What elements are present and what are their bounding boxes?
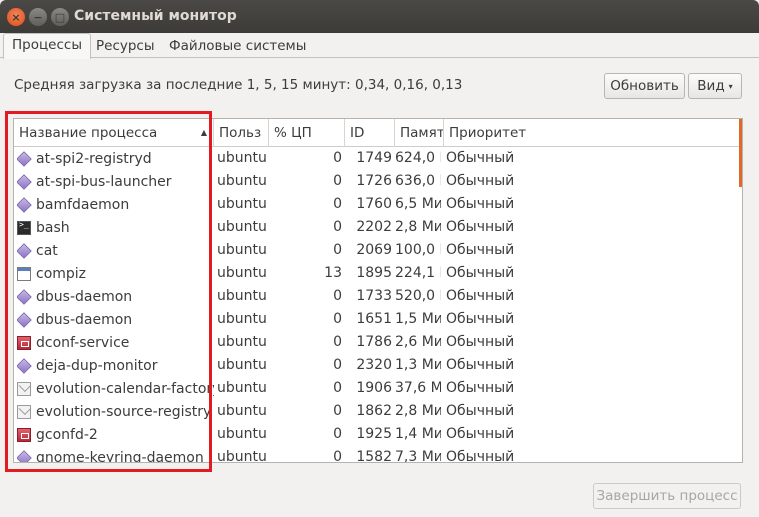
process-priority: Обычный <box>446 288 515 304</box>
process-user: ubuntu <box>217 242 267 258</box>
process-id: 1733 <box>356 288 392 304</box>
process-priority: Обычный <box>446 173 515 189</box>
column-header-priority[interactable]: Приоритет <box>444 119 742 147</box>
process-memory: 7,3 Ми <box>395 449 441 463</box>
process-memory: 224,1 M <box>395 265 441 281</box>
end-process-button[interactable]: Завершить процесс <box>593 483 741 509</box>
process-priority: Обычный <box>446 265 515 281</box>
process-user: ubuntu <box>217 380 267 396</box>
process-memory: 37,6 M <box>395 380 441 396</box>
title-bar: × − □ Системный монитор <box>0 0 759 33</box>
process-id: 1726 <box>356 173 392 189</box>
process-id: 1906 <box>356 380 392 396</box>
process-priority: Обычный <box>446 311 515 327</box>
process-cpu: 0 <box>333 219 342 235</box>
process-cpu: 0 <box>333 334 342 350</box>
process-priority: Обычный <box>446 196 515 212</box>
process-cpu: 0 <box>333 196 342 212</box>
process-cpu: 0 <box>333 150 342 166</box>
column-header-id[interactable]: ID <box>345 119 395 147</box>
process-memory: 1,4 Ми <box>395 426 441 442</box>
process-user: ubuntu <box>217 265 267 281</box>
process-cpu: 0 <box>333 173 342 189</box>
process-id: 2202 <box>356 219 392 235</box>
process-memory: 636,0 K <box>395 173 441 189</box>
process-user: ubuntu <box>217 150 267 166</box>
process-user: ubuntu <box>217 219 267 235</box>
process-id: 1760 <box>356 196 392 212</box>
process-id: 1925 <box>356 426 392 442</box>
process-user: ubuntu <box>217 334 267 350</box>
process-cpu: 13 <box>324 265 342 281</box>
process-id: 1582 <box>356 449 392 463</box>
maximize-window-button[interactable]: □ <box>51 8 69 26</box>
process-id: 1895 <box>356 265 392 281</box>
process-id: 1862 <box>356 403 392 419</box>
process-cpu: 0 <box>333 357 342 373</box>
process-cpu: 0 <box>333 380 342 396</box>
process-user: ubuntu <box>217 196 267 212</box>
process-user: ubuntu <box>217 403 267 419</box>
process-id: 2320 <box>356 357 392 373</box>
end-process-label: Завершить процесс <box>596 488 738 504</box>
refresh-button[interactable]: Обновить <box>604 73 685 99</box>
process-priority: Обычный <box>446 449 515 463</box>
column-header-memory[interactable]: Память <box>395 119 444 147</box>
tab-file-systems[interactable]: Файловые системы <box>161 35 314 59</box>
process-priority: Обычный <box>446 357 515 373</box>
tab-resources[interactable]: Ресурсы <box>88 35 163 59</box>
column-header-cpu[interactable]: % ЦП <box>269 119 345 147</box>
process-memory: 100,0 K <box>395 242 441 258</box>
column-header-user[interactable]: Польз <box>214 119 269 147</box>
tab-processes[interactable]: Процессы <box>3 33 91 59</box>
process-user: ubuntu <box>217 357 267 373</box>
process-user: ubuntu <box>217 449 267 463</box>
process-memory: 520,0 K <box>395 288 441 304</box>
process-user: ubuntu <box>217 288 267 304</box>
process-priority: Обычный <box>446 334 515 350</box>
process-memory: 2,6 Ми <box>395 334 441 350</box>
process-user: ubuntu <box>217 426 267 442</box>
process-user: ubuntu <box>217 173 267 189</box>
process-memory: 6,5 Ми <box>395 196 441 212</box>
process-priority: Обычный <box>446 219 515 235</box>
process-id: 2069 <box>356 242 392 258</box>
process-cpu: 0 <box>333 449 342 463</box>
process-memory: 2,8 Ми <box>395 219 441 235</box>
process-memory: 1,3 Ми <box>395 357 441 373</box>
process-priority: Обычный <box>446 242 515 258</box>
minimize-window-button[interactable]: − <box>29 8 47 26</box>
process-cpu: 0 <box>333 288 342 304</box>
process-id: 1749 <box>356 150 392 166</box>
process-cpu: 0 <box>333 426 342 442</box>
process-priority: Обычный <box>446 150 515 166</box>
window-title: Системный монитор <box>74 8 237 24</box>
process-memory: 2,8 Ми <box>395 403 441 419</box>
process-priority: Обычный <box>446 380 515 396</box>
highlight-box <box>5 111 212 472</box>
tab-bar: Процессы Ресурсы Файловые системы <box>0 33 759 59</box>
chevron-down-icon: ▾ <box>728 81 733 91</box>
scrollbar[interactable] <box>739 119 742 187</box>
process-cpu: 0 <box>333 242 342 258</box>
process-cpu: 0 <box>333 311 342 327</box>
process-user: ubuntu <box>217 311 267 327</box>
process-id: 1651 <box>356 311 392 327</box>
process-memory: 1,5 Ми <box>395 311 441 327</box>
process-priority: Обычный <box>446 426 515 442</box>
process-priority: Обычный <box>446 403 515 419</box>
close-window-button[interactable]: × <box>7 8 25 26</box>
view-menu-button[interactable]: Вид ▾ <box>688 73 742 99</box>
process-memory: 624,0 K <box>395 150 441 166</box>
load-average-text: Средняя загрузка за последние 1, 5, 15 м… <box>14 77 463 93</box>
process-id: 1786 <box>356 334 392 350</box>
view-button-label: Вид <box>697 78 725 94</box>
process-cpu: 0 <box>333 403 342 419</box>
refresh-button-label: Обновить <box>610 78 679 94</box>
